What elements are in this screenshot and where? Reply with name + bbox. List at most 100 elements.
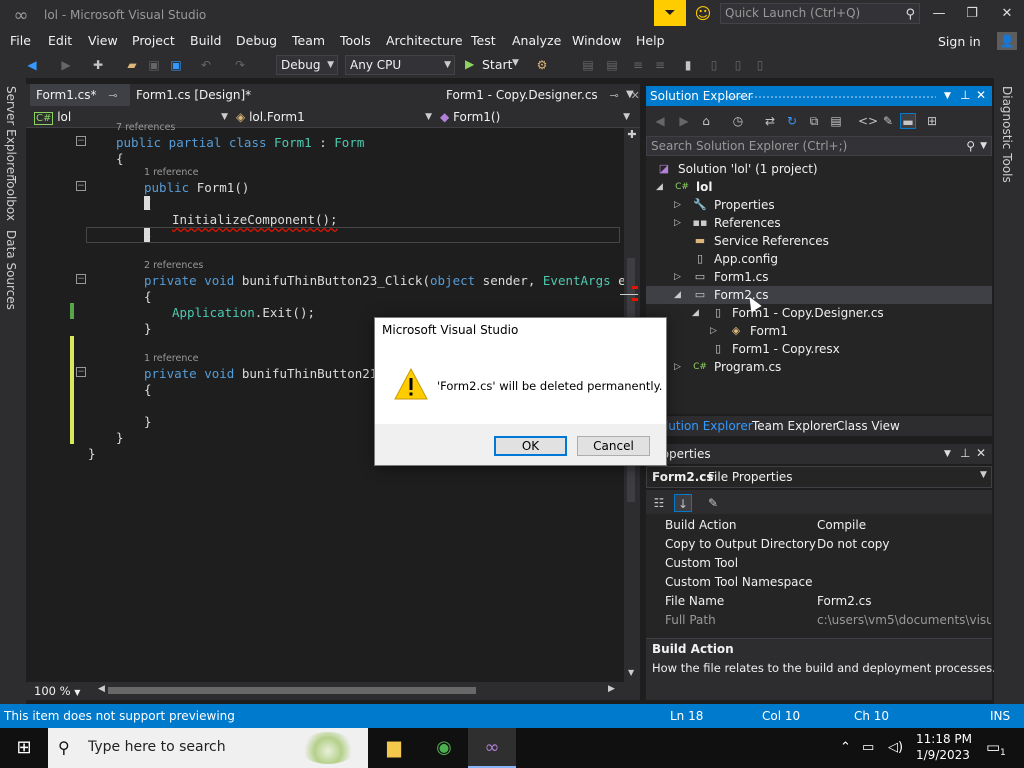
notification-filter-icon[interactable]: ⏷ — [654, 0, 686, 26]
property-row-custom-tool-namespace[interactable]: Custom Tool Namespace — [646, 573, 992, 592]
tree-item-program-cs[interactable]: ▷ C# Program.cs — [646, 358, 992, 376]
property-pages-icon[interactable]: ✎ — [704, 494, 722, 512]
collapsed-chevron-icon[interactable]: ▷ — [674, 214, 684, 232]
quick-launch-input[interactable]: Quick Launch (Ctrl+Q) ⚲ — [720, 3, 920, 24]
save-icon[interactable]: ▣ — [146, 57, 162, 73]
start-dropdown-chevron-icon[interactable]: ▼ — [512, 58, 519, 68]
home-icon[interactable]: ⌂ — [698, 113, 714, 129]
new-project-icon[interactable]: ✚ — [90, 57, 106, 73]
show-hidden-icons-chevron-icon[interactable]: ⌃ — [840, 740, 851, 755]
ok-button[interactable]: OK — [494, 436, 567, 456]
show-all-files-icon[interactable]: ▤ — [828, 113, 844, 129]
start-button[interactable]: Start — [482, 57, 513, 72]
chrome-icon[interactable]: ◉ — [420, 728, 468, 768]
volume-icon[interactable]: ◁) — [888, 740, 903, 755]
property-row-custom-tool[interactable]: Custom Tool — [646, 554, 992, 573]
property-row-copy-to-output[interactable]: Copy to Output Directory Do not copy — [646, 535, 992, 554]
tab-team-explorer[interactable]: Team Explorer — [752, 419, 838, 433]
menu-analyze[interactable]: Analyze — [512, 33, 561, 48]
menu-build[interactable]: Build — [190, 33, 221, 48]
user-account-icon[interactable]: 👤 — [997, 32, 1017, 50]
member-nav-select[interactable]: ◆ Form1() ▼ — [440, 108, 636, 126]
clock-time[interactable]: 11:18 PM — [916, 732, 972, 746]
collapsed-chevron-icon[interactable]: ▷ — [674, 268, 684, 286]
start-debugging-play-icon[interactable]: ▶ — [465, 57, 474, 71]
search-icon[interactable]: ⚲ — [905, 5, 915, 24]
pin-icon[interactable]: ⊥ — [960, 446, 970, 460]
menu-team[interactable]: Team — [292, 33, 325, 48]
close-icon[interactable]: ✕ — [976, 88, 986, 102]
chevron-down-icon[interactable]: ▼ — [980, 470, 987, 480]
server-explorer-tab[interactable]: Server Explorer — [4, 86, 18, 179]
tab-form1-copy-designer[interactable]: Form1 - Copy.Designer.cs ⊸ ✕ — [440, 84, 640, 106]
fold-toggle[interactable]: − — [76, 274, 86, 284]
comment-icon[interactable]: ≡ — [630, 57, 646, 73]
network-icon[interactable]: ▭ — [862, 740, 874, 755]
alphabetical-icon[interactable]: ↓ — [674, 494, 692, 512]
sign-in-link[interactable]: Sign in — [938, 34, 981, 49]
forward-icon[interactable]: ▶ — [676, 113, 692, 129]
open-file-icon[interactable]: ▰ — [124, 57, 140, 73]
search-options-chevron-icon[interactable]: ▼ — [980, 137, 987, 155]
split-editor-icon[interactable]: ✚ — [624, 128, 640, 144]
property-row-file-name[interactable]: File Name Form2.cs — [646, 592, 992, 611]
diagnostic-tools-tab[interactable]: Diagnostic Tools — [1000, 86, 1014, 183]
file-explorer-icon[interactable]: ▆ — [370, 728, 418, 768]
menu-edit[interactable]: Edit — [48, 33, 72, 48]
search-highlight-illustration[interactable] — [300, 732, 356, 764]
solution-platform-select[interactable]: Any CPU ▼ — [345, 55, 455, 75]
visual-studio-taskbar-icon[interactable]: ∞ — [468, 728, 516, 768]
menu-tools[interactable]: Tools — [340, 33, 371, 48]
tree-item-form1-class[interactable]: ▷ ◈ Form1 — [646, 322, 992, 340]
property-value[interactable]: Do not copy — [817, 535, 991, 554]
step-icon[interactable]: ▤ — [580, 57, 596, 73]
menu-window[interactable]: Window — [572, 33, 621, 48]
preview-selected-icon[interactable]: ▬ — [900, 113, 916, 129]
minimize-button[interactable]: — — [924, 4, 954, 24]
tab-overflow-chevron-icon[interactable]: ▼ — [626, 84, 634, 106]
clock-date[interactable]: 1/9/2023 — [916, 748, 970, 762]
codelens-references[interactable]: 2 references — [144, 260, 203, 271]
tab-form1-design[interactable]: Form1.cs [Design]* — [130, 84, 310, 106]
properties-wrench-icon[interactable]: ✎ — [880, 113, 896, 129]
step-over-icon[interactable]: ▤ — [604, 57, 620, 73]
close-icon[interactable]: ✕ — [976, 446, 986, 460]
tree-item-service-references[interactable]: ▬ Service References — [646, 232, 992, 250]
uncomment-icon[interactable]: ≡ — [652, 57, 668, 73]
grip-dots[interactable] — [722, 95, 936, 99]
codelens-references[interactable]: 1 reference — [144, 353, 198, 364]
prev-bookmark-icon[interactable]: ▯ — [706, 57, 722, 73]
property-value[interactable]: Form2.cs — [817, 592, 991, 611]
next-bookmark-icon[interactable]: ▯ — [730, 57, 746, 73]
class-diagram-icon[interactable]: ⊞ — [924, 113, 940, 129]
collapse-all-icon[interactable]: ⧉ — [806, 113, 822, 129]
browser-link-icon[interactable]: ⚙ — [534, 57, 550, 73]
undo-icon[interactable]: ↶ — [198, 57, 214, 73]
tree-item-project-lol[interactable]: ◢ C# lol — [646, 178, 992, 196]
window-options-chevron-icon[interactable]: ▼ — [944, 91, 951, 101]
pending-changes-icon[interactable]: ◷ — [730, 113, 746, 129]
cancel-button[interactable]: Cancel — [577, 436, 650, 456]
sync-icon[interactable]: ⇄ — [762, 113, 778, 129]
tree-item-properties[interactable]: ▷ 🔧 Properties — [646, 196, 992, 214]
expanded-chevron-icon[interactable]: ◢ — [692, 304, 702, 322]
menu-test[interactable]: Test — [471, 33, 496, 48]
pin-icon[interactable]: ⊥ — [960, 88, 970, 102]
view-code-icon[interactable]: <> — [858, 113, 878, 129]
pin-icon[interactable]: ⊸ — [610, 89, 619, 102]
menu-project[interactable]: Project — [132, 33, 175, 48]
menu-view[interactable]: View — [88, 33, 118, 48]
tree-item-form1-copy-designer[interactable]: ◢ ▯ Form1 - Copy.Designer.cs — [646, 304, 992, 322]
scroll-down-arrow-icon[interactable]: ▼ — [628, 668, 634, 677]
back-icon[interactable]: ◀ — [652, 113, 668, 129]
solution-configuration-select[interactable]: Debug ▼ — [276, 55, 338, 75]
tab-form1-cs[interactable]: Form1.cs* ⊸ ✕ — [30, 84, 130, 125]
search-icon[interactable]: ⚲ — [966, 137, 975, 155]
maximize-button[interactable]: ❐ — [957, 4, 987, 24]
refresh-icon[interactable]: ↻ — [784, 113, 800, 129]
pin-icon[interactable]: ⊸ — [108, 89, 117, 102]
solution-explorer-search-input[interactable]: Search Solution Explorer (Ctrl+;) ⚲ ▼ — [646, 136, 992, 156]
expanded-chevron-icon[interactable]: ◢ — [674, 286, 684, 304]
fold-toggle[interactable]: − — [76, 136, 86, 146]
scroll-left-arrow-icon[interactable]: ◀ — [98, 684, 105, 694]
